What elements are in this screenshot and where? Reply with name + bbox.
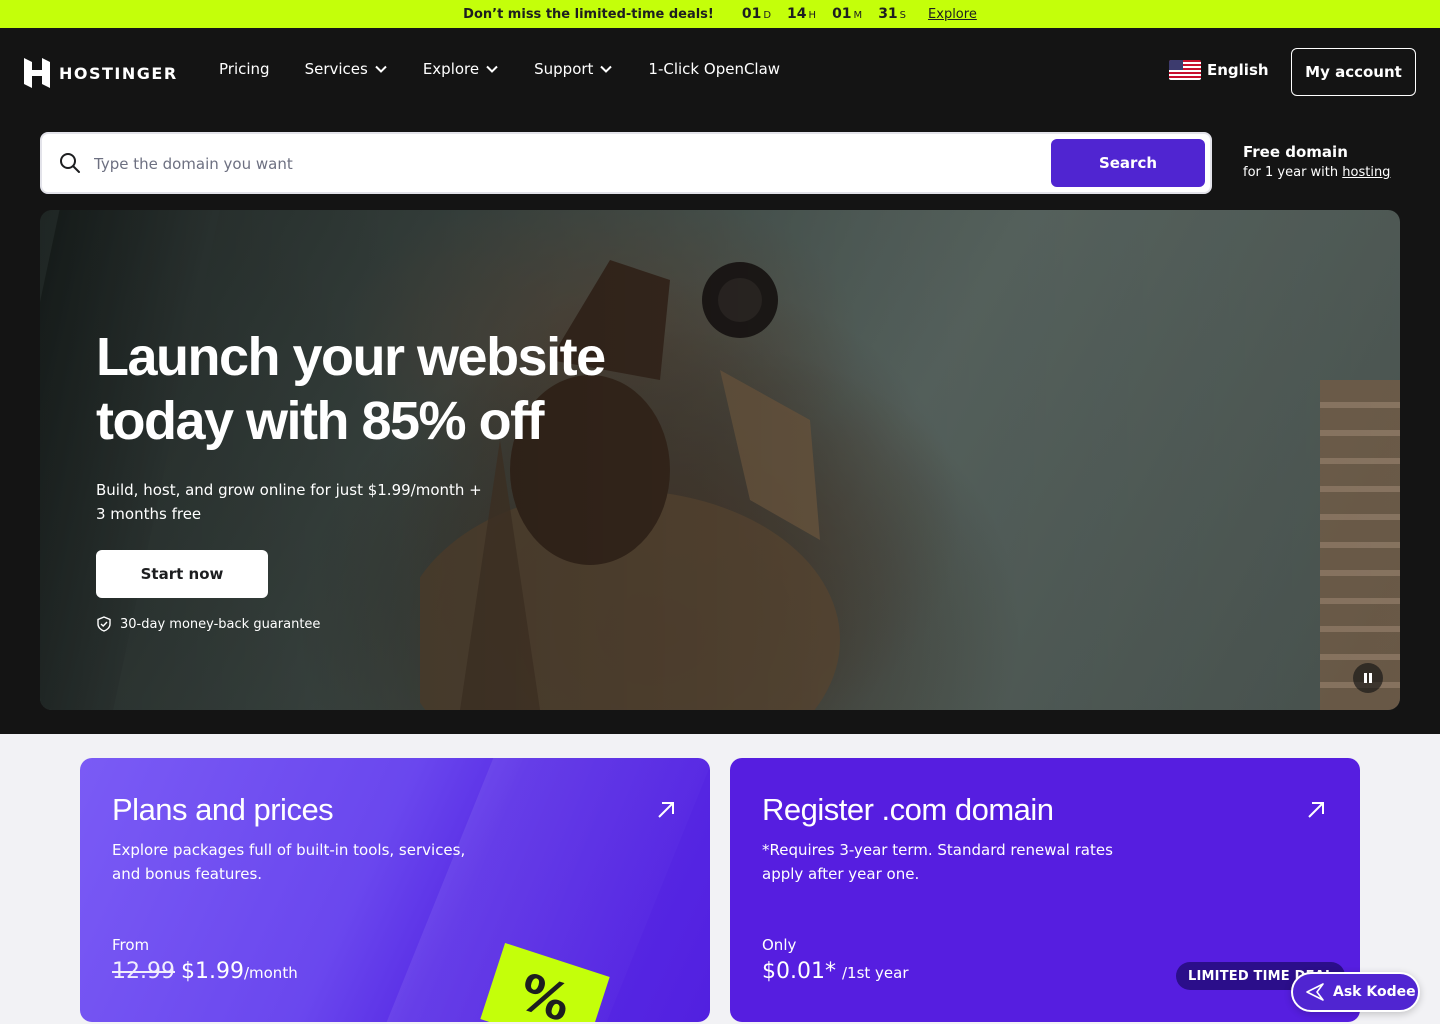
plans-price: 12.99 $1.99/month	[112, 959, 298, 984]
hosting-link[interactable]: hosting	[1342, 165, 1390, 180]
promo-message: Don’t miss the limited-time deals!	[463, 6, 714, 22]
free-domain-title: Free domain	[1243, 143, 1348, 161]
new-price: $1.99/month	[180, 959, 298, 984]
hero-title: Launch your website today with 85% off	[96, 327, 606, 451]
hero-overlay	[40, 210, 1400, 710]
plans-and-prices-card[interactable]: Plans and prices Explore packages full o…	[80, 758, 710, 1022]
pause-icon	[1364, 673, 1372, 683]
register-domain-card[interactable]: Register .com domain *Requires 3-year te…	[730, 758, 1360, 1022]
domain-price: $0.01* /1st year	[762, 959, 909, 984]
nav-support[interactable]: Support	[534, 60, 613, 78]
domain-search-bar: Search	[40, 132, 1212, 194]
nav-pricing[interactable]: Pricing	[219, 60, 270, 78]
language-selector[interactable]: English	[1169, 60, 1269, 80]
old-price: 12.99	[112, 959, 175, 984]
free-domain-subtitle: for 1 year with hosting	[1243, 165, 1391, 180]
header: HOSTINGER Pricing Services Explore Suppo…	[0, 28, 1440, 734]
promo-explore-link[interactable]: Explore	[928, 7, 977, 22]
nav-openclaw[interactable]: 1-Click OpenClaw	[648, 60, 780, 78]
promo-bar: Don’t miss the limited-time deals! 01 D 1…	[0, 0, 1440, 28]
my-account-button[interactable]: My account	[1291, 48, 1416, 96]
hostinger-logo[interactable]: HOSTINGER	[24, 58, 178, 88]
start-now-button[interactable]: Start now	[96, 550, 268, 598]
chevron-down-icon	[486, 65, 498, 73]
sparkle-icon	[1306, 983, 1324, 1001]
plans-card-description: Explore packages full of built-in tools,…	[112, 841, 466, 883]
countdown-hours: 14 H	[787, 6, 817, 22]
chevron-down-icon	[375, 65, 387, 73]
domain-price-prefix: Only	[762, 936, 797, 954]
language-label: English	[1207, 61, 1269, 79]
hero-banner: Launch your website today with 85% off B…	[40, 210, 1400, 710]
logo-text: HOSTINGER	[59, 63, 178, 83]
domain-card-title: Register .com domain	[762, 792, 1054, 827]
plans-price-prefix: From	[112, 936, 150, 954]
video-pause-button[interactable]	[1353, 663, 1383, 693]
domain-card-description: *Requires 3-year term. Standard renewal …	[762, 841, 1113, 883]
countdown-minutes: 01 M	[832, 6, 863, 22]
domain-search-input[interactable]	[94, 150, 1034, 178]
us-flag-icon	[1169, 60, 1201, 80]
shield-check-icon	[97, 616, 111, 632]
domain-search-button[interactable]: Search	[1051, 139, 1205, 187]
nav-services[interactable]: Services	[305, 60, 388, 78]
search-icon	[60, 153, 80, 173]
free-domain-info: Free domain for 1 year with hosting	[1243, 143, 1390, 180]
ask-kodee-button[interactable]: Ask Kodee	[1291, 972, 1420, 1012]
countdown-seconds: 31 S	[878, 6, 907, 22]
hero-subtitle: Build, host, and grow online for just $1…	[96, 481, 482, 523]
arrow-up-right-icon	[1308, 802, 1324, 818]
countdown-days: 01 D	[741, 6, 772, 22]
arrow-up-right-icon	[658, 802, 674, 818]
hostinger-logo-icon	[24, 58, 50, 88]
money-back-guarantee: 30-day money-back guarantee	[96, 616, 320, 632]
chevron-down-icon	[600, 65, 613, 73]
nav-links: Pricing Services Explore Support 1-Click…	[219, 60, 815, 78]
plans-card-title: Plans and prices	[112, 792, 334, 827]
top-nav: HOSTINGER Pricing Services Explore Suppo…	[0, 28, 1440, 116]
countdown-timer: 01 D 14 H 01 M 31 S	[742, 6, 906, 22]
nav-explore[interactable]: Explore	[423, 60, 499, 78]
